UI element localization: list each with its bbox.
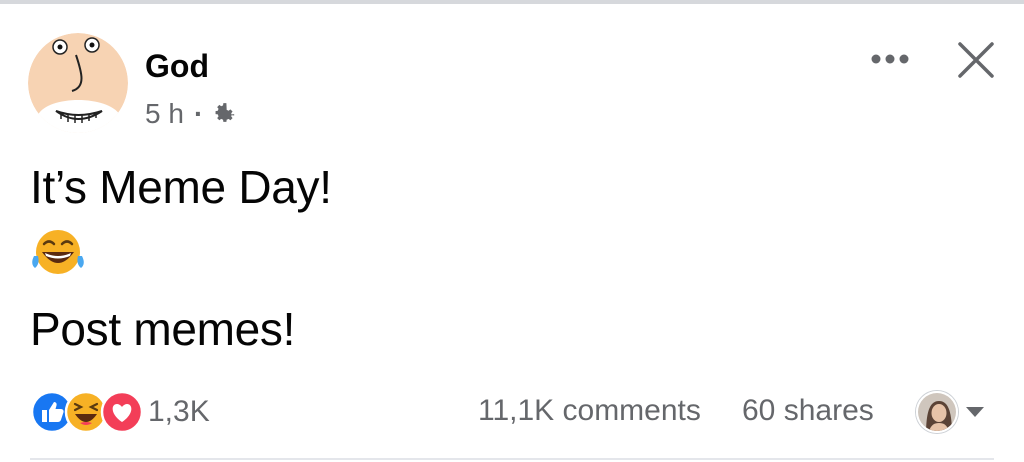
reactions-summary[interactable]: 1,3K <box>30 390 210 434</box>
shares-count[interactable]: 60 shares <box>742 394 874 428</box>
reaction-count: 1,3K <box>148 395 210 428</box>
close-icon <box>958 42 994 78</box>
love-icon <box>100 390 144 434</box>
more-dots-icon <box>871 54 909 64</box>
reaction-as-selector[interactable] <box>916 390 986 434</box>
comments-count[interactable]: 11,1K comments <box>478 394 701 428</box>
face-with-tears-of-joy-icon: 😂 <box>30 228 86 276</box>
top-divider <box>0 0 1024 4</box>
reaction-icons <box>30 390 144 434</box>
more-options-button[interactable] <box>866 44 914 74</box>
post-time[interactable]: 5 h <box>145 98 184 130</box>
close-button[interactable] <box>952 36 1000 84</box>
caret-down-icon <box>966 407 984 417</box>
viewer-avatar <box>916 391 958 433</box>
author-avatar-image <box>28 33 128 133</box>
author-name[interactable]: God <box>145 48 209 85</box>
meta-separator: · <box>193 98 204 129</box>
gear-icon[interactable] <box>211 101 237 127</box>
author-avatar[interactable] <box>28 33 128 133</box>
bottom-divider <box>30 458 994 460</box>
post-footer: 1,3K 11,1K comments 60 shares <box>0 388 1024 436</box>
post-text-line-3: Post memes! <box>30 303 296 355</box>
post-text-line-1: It’s Meme Day! <box>30 161 332 213</box>
post-meta: 5 h · <box>145 98 237 130</box>
